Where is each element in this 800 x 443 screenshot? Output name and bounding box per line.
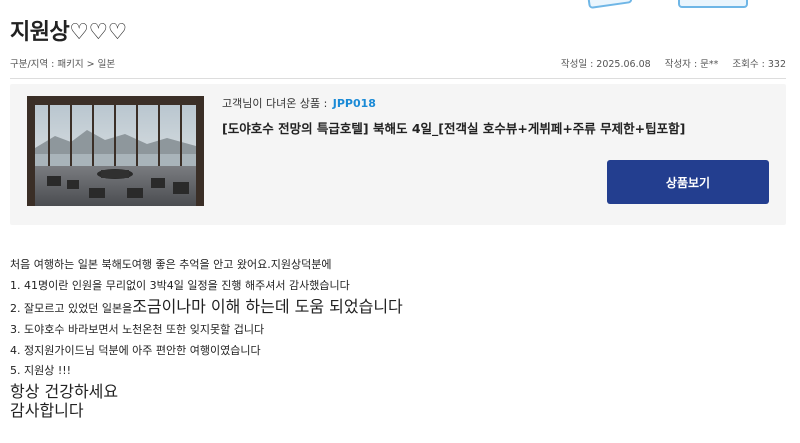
product-image[interactable] (27, 96, 204, 206)
product-code-label: 고객님이 다녀온 상품 : (222, 97, 328, 110)
review-line: 4. 정지원가이드님 덕분에 아주 편안한 여행이였습니다 (10, 343, 261, 357)
divider (10, 78, 786, 79)
hotel-lobby-photo-icon (27, 96, 204, 206)
review-body: 처음 여행하는 일본 북해도여행 좋은 추억을 안고 왔어요.지원상덕분에 1.… (10, 255, 770, 420)
review-line: 처음 여행하는 일본 북해도여행 좋은 추억을 안고 왔어요.지원상덕분에 (10, 258, 332, 271)
view-product-button[interactable]: 상품보기 (607, 160, 769, 204)
view-count: 조회수 : 332 (732, 59, 786, 70)
review-line: 5. 지원상 !!! (10, 364, 72, 377)
page-title: 지원상♡♡♡ (10, 20, 127, 45)
review-line: 3. 도야호수 바라보면서 노천온천 또한 잊지못할 겁니다 (10, 323, 265, 336)
product-name[interactable]: [도야호수 전망의 특급호텔] 북해도 4일_[전객실 호수뷰+게뷔페+주류 무… (222, 118, 685, 137)
review-text-large: 조금이나마 이해 하는데 도움 되었습니다 (132, 297, 403, 316)
post-meta: 작성일 : 2025.06.08 작성자 : 문** 조회수 : 332 (561, 56, 786, 70)
post-date: 작성일 : 2025.06.08 (560, 59, 651, 70)
post-author: 작성자 : 문** (664, 59, 719, 70)
decorative-shape (587, 0, 633, 10)
product-card: 고객님이 다녀온 상품 : JPP018 [도야호수 전망의 특급호텔] 북해도… (10, 84, 786, 225)
product-code: JPP018 (332, 97, 376, 110)
review-text: 2. 잘모르고 있었던 일본을 (10, 302, 133, 315)
review-line: 1. 41명이란 인원을 무리없이 3박4일 일정을 진행 해주셔서 감사했습니… (10, 278, 350, 292)
product-code-line: 고객님이 다녀온 상품 : JPP018 (222, 95, 376, 111)
breadcrumb: 구분/지역 : 패키지 > 일본 (10, 59, 116, 70)
review-line: 2. 잘모르고 있었던 일본을조금이나마 이해 하는데 도움 되었습니다 (10, 296, 770, 320)
review-line-large: 감사합니다 (10, 400, 84, 420)
meta-row: 구분/지역 : 패키지 > 일본 작성일 : 2025.06.08 작성자 : … (10, 56, 786, 70)
review-line-large: 항상 건강하세요 (10, 381, 119, 401)
decorative-shape (678, 0, 748, 8)
